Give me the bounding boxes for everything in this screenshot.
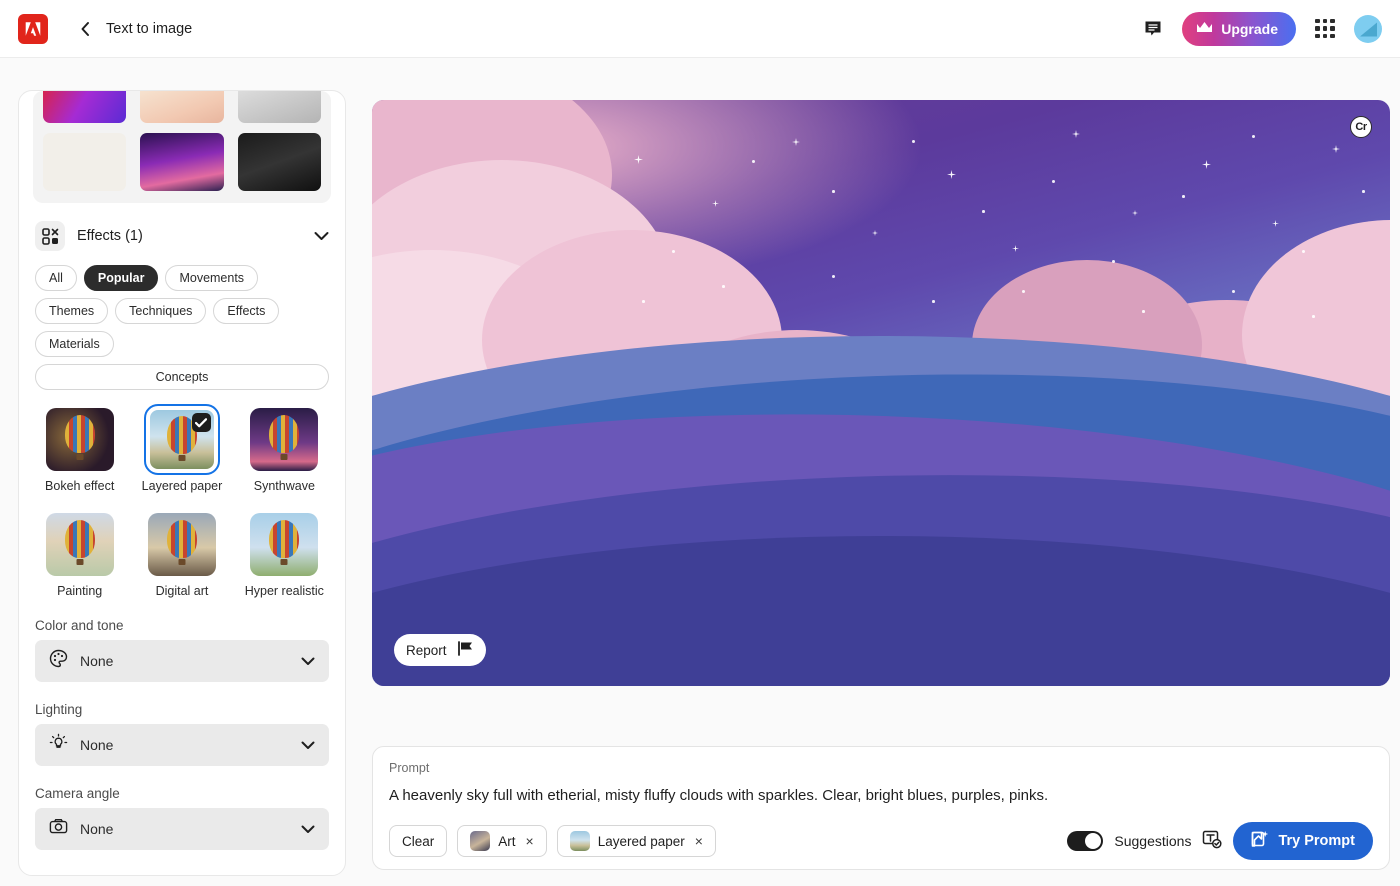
effect-option-digital-art[interactable]: Digital art xyxy=(137,513,226,598)
prompt-bar: Prompt A heavenly sky full with etherial… xyxy=(372,746,1390,870)
lighting-select[interactable]: None xyxy=(35,724,329,766)
filter-chip-concepts[interactable]: Concepts xyxy=(35,364,329,390)
effect-label: Painting xyxy=(57,584,103,598)
generated-artwork xyxy=(372,100,1390,686)
effect-option-layered-paper[interactable]: Layered paper xyxy=(137,404,226,493)
color-and-tone-label: Color and tone xyxy=(35,618,124,633)
camera-angle-label: Camera angle xyxy=(35,786,120,801)
tag-thumbnail xyxy=(470,831,491,851)
try-prompt-label: Try Prompt xyxy=(1278,833,1355,849)
effects-thumbnail-grid: Bokeh effect Layered paper Synthwave Pai… xyxy=(35,404,329,598)
header-actions: Upgrade xyxy=(1142,11,1382,46)
crown-icon xyxy=(1196,21,1213,37)
effect-thumbnail xyxy=(250,513,319,576)
thumb-bw-portrait[interactable] xyxy=(237,91,321,123)
remove-tag-icon[interactable]: × xyxy=(695,833,703,849)
sidebar-scroll-area[interactable]: Effects (1) All Popular Movements Themes… xyxy=(19,91,345,875)
effect-label: Hyper realistic xyxy=(244,584,324,598)
report-button[interactable]: Report xyxy=(394,634,486,666)
clear-button[interactable]: Clear xyxy=(389,825,448,857)
color-and-tone-group: Color and tone None xyxy=(35,618,329,682)
content-credentials-badge[interactable]: Cr xyxy=(1350,116,1372,138)
thumb-pastel-character[interactable] xyxy=(140,91,224,123)
user-avatar[interactable] xyxy=(1354,14,1382,43)
effects-section-title: Effects (1) xyxy=(77,228,143,244)
prompt-input[interactable]: A heavenly sky full with etherial, misty… xyxy=(389,787,1373,804)
upgrade-button[interactable]: Upgrade xyxy=(1182,11,1296,46)
effect-thumbnail xyxy=(143,404,220,475)
prompt-tag-art[interactable]: Art × xyxy=(457,825,547,857)
upgrade-label: Upgrade xyxy=(1221,20,1278,37)
filter-chip-effects[interactable]: Effects xyxy=(213,298,280,324)
effect-thumbnail xyxy=(250,408,319,471)
filter-chip-popular[interactable]: Popular xyxy=(83,265,159,291)
effect-thumbnail xyxy=(45,513,114,576)
check-icon xyxy=(191,413,211,432)
filter-chip-movements[interactable]: Movements xyxy=(165,265,259,291)
effects-filter-chips: All Popular Movements Themes Techniques … xyxy=(35,265,329,390)
filter-chip-all[interactable]: All xyxy=(35,265,77,291)
filter-chip-materials[interactable]: Materials xyxy=(35,331,114,357)
effect-thumbnail xyxy=(45,408,114,471)
chevron-down-icon[interactable] xyxy=(314,231,329,241)
effect-option-bokeh-effect[interactable]: Bokeh effect xyxy=(35,408,124,493)
tag-label: Layered paper xyxy=(597,833,685,849)
effect-option-synthwave[interactable]: Synthwave xyxy=(240,408,329,493)
filter-chip-techniques[interactable]: Techniques xyxy=(115,298,207,324)
try-prompt-button[interactable]: Try Prompt xyxy=(1233,822,1373,860)
speech-bubble-icon[interactable] xyxy=(1142,18,1164,40)
tag-label: Art xyxy=(498,833,516,849)
color-and-tone-select[interactable]: None xyxy=(35,640,329,682)
page-title: Text to image xyxy=(106,20,193,37)
thumb-purple-clouds[interactable] xyxy=(140,133,224,191)
camera-angle-group: Camera angle None xyxy=(35,786,329,850)
app-header: Text to image Upgrade xyxy=(0,0,1400,58)
palette-icon xyxy=(49,649,68,673)
text-check-icon[interactable] xyxy=(1202,829,1223,854)
prompt-tag-layered-paper[interactable]: Layered paper × xyxy=(556,825,716,857)
effect-label: Layered paper xyxy=(141,479,223,493)
thumb-neon-abstract[interactable] xyxy=(43,91,127,123)
effects-grid-icon xyxy=(35,221,65,251)
chevron-down-icon xyxy=(301,741,315,750)
generated-image-canvas[interactable]: Cr Report xyxy=(372,100,1390,686)
effect-thumbnail xyxy=(147,513,216,576)
lighting-group: Lighting None xyxy=(35,702,329,766)
chevron-down-icon xyxy=(301,657,315,666)
effects-section-header[interactable]: Effects (1) xyxy=(35,221,329,251)
color-and-tone-value: None xyxy=(80,653,114,669)
filter-chip-themes[interactable]: Themes xyxy=(35,298,109,324)
tag-thumbnail xyxy=(569,831,590,851)
effect-option-painting[interactable]: Painting xyxy=(35,513,124,598)
prompt-controls-row: Clear Art × Layered paper × Suggestions xyxy=(389,822,1373,860)
prompt-caption: Prompt xyxy=(389,761,430,775)
thumb-dark-portrait[interactable] xyxy=(237,133,321,191)
camera-icon xyxy=(49,817,68,841)
app-grid-icon[interactable] xyxy=(1314,18,1336,40)
prompt-right-controls: Suggestions Try Prompt xyxy=(1067,822,1373,860)
report-label: Report xyxy=(406,642,447,658)
lighting-label: Lighting xyxy=(35,702,83,717)
settings-sidebar: Effects (1) All Popular Movements Themes… xyxy=(18,90,346,876)
back-button[interactable] xyxy=(72,16,98,42)
suggestions-label: Suggestions xyxy=(1114,833,1192,849)
remove-tag-icon[interactable]: × xyxy=(526,833,534,849)
suggestions-toggle[interactable] xyxy=(1067,831,1104,851)
magic-image-icon xyxy=(1251,830,1269,852)
sparkle-stars xyxy=(372,100,1390,686)
lighting-value: None xyxy=(80,737,114,753)
chevron-down-icon xyxy=(301,825,315,834)
camera-angle-value: None xyxy=(80,821,114,837)
effect-label: Digital art xyxy=(155,584,209,598)
flag-icon xyxy=(457,641,474,659)
thumb-sticker-sheet[interactable] xyxy=(43,133,127,191)
effect-label: Synthwave xyxy=(253,479,315,493)
effect-option-hyper-realistic[interactable]: Hyper realistic xyxy=(240,513,329,598)
camera-angle-select[interactable]: None xyxy=(35,808,329,850)
reference-gallery xyxy=(33,91,331,203)
effect-label: Bokeh effect xyxy=(45,479,115,493)
lightbulb-icon xyxy=(49,733,68,757)
adobe-logo[interactable] xyxy=(18,13,48,44)
